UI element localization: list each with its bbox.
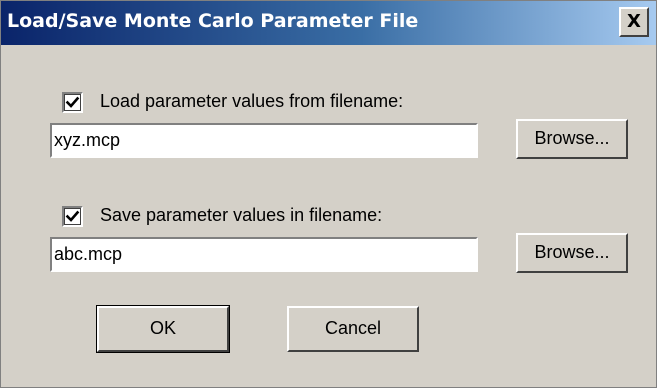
save-browse-button[interactable]: Browse... [516, 233, 628, 273]
ok-button[interactable]: OK [96, 305, 230, 353]
close-icon: X [627, 11, 641, 32]
load-browse-button[interactable]: Browse... [516, 119, 628, 159]
checkmark-icon [65, 210, 80, 222]
title-bar[interactable]: Load/Save Monte Carlo Parameter File X [1, 1, 656, 45]
dialog-title: Load/Save Monte Carlo Parameter File [7, 10, 419, 32]
cancel-button[interactable]: Cancel [287, 306, 419, 352]
close-button[interactable]: X [619, 7, 649, 37]
load-checkbox[interactable] [62, 92, 83, 113]
checkmark-icon [65, 96, 80, 108]
save-filename-input[interactable] [50, 237, 478, 272]
load-filename-input[interactable] [50, 123, 478, 158]
save-checkbox[interactable] [62, 206, 83, 227]
save-label: Save parameter values in filename: [100, 205, 383, 225]
load-label: Load parameter values from filename: [100, 91, 404, 111]
monte-carlo-dialog: Load/Save Monte Carlo Parameter File X L… [0, 0, 657, 388]
